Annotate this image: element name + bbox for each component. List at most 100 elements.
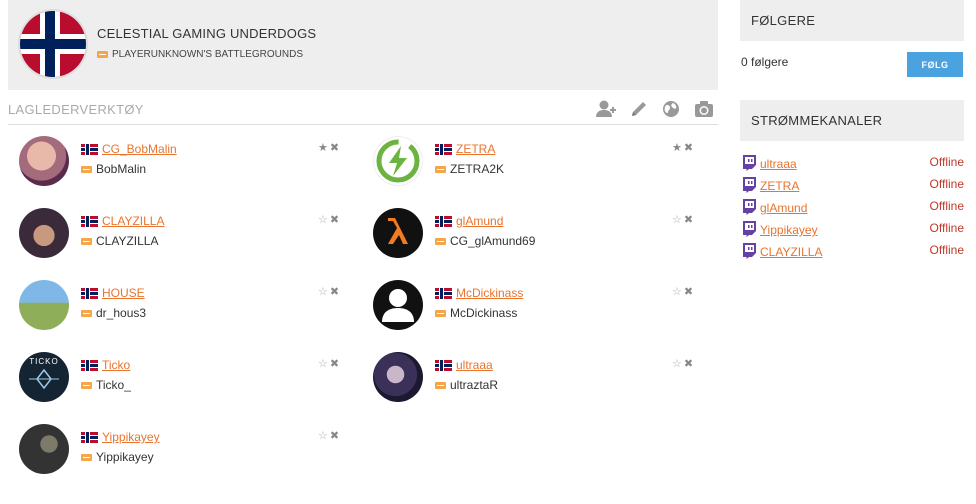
remove-member-icon[interactable]: ✖: [684, 287, 693, 298]
streams-header: STRØMMEKANALER: [740, 100, 964, 141]
stream-item: Yippikayey Offline: [741, 220, 965, 240]
star-outline-icon[interactable]: ☆: [672, 287, 682, 298]
member-game-name: Ticko_: [96, 378, 131, 392]
member-game-name: ZETRA2K: [450, 162, 505, 176]
twitch-icon: [743, 155, 756, 171]
member-avatar[interactable]: [373, 208, 423, 258]
stream-status: Offline: [929, 199, 964, 213]
member-nick-link[interactable]: ZETRA: [456, 142, 495, 156]
twitch-icon: [743, 221, 756, 237]
remove-member-icon[interactable]: ✖: [684, 143, 693, 154]
twitch-icon: [743, 199, 756, 215]
member-card: McDickinass McDickinass ☆ ✖: [373, 280, 703, 340]
team-header: CELESTIAL GAMING UNDERDOGS PLAYERUNKNOWN…: [8, 0, 718, 90]
followers-header: FØLGERE: [740, 0, 964, 41]
member-nick-link[interactable]: Yippikayey: [102, 430, 160, 444]
member-game-name: ultraztaR: [450, 378, 499, 392]
member-game-name: CG_glAmund69: [450, 234, 536, 248]
star-outline-icon[interactable]: ☆: [318, 287, 328, 298]
member-avatar[interactable]: [19, 280, 69, 330]
star-outline-icon[interactable]: ☆: [318, 359, 328, 370]
member-nick-link[interactable]: McDickinass: [456, 286, 523, 300]
stream-channel-link[interactable]: Yippikayey: [760, 223, 818, 237]
member-avatar[interactable]: [19, 208, 69, 258]
remove-member-icon[interactable]: ✖: [330, 143, 339, 154]
norway-flag-icon: [81, 359, 98, 371]
member-card: CLAYZILLA CLAYZILLA ☆ ✖: [19, 208, 349, 268]
member-game-name: CLAYZILLA: [96, 234, 159, 248]
member-avatar[interactable]: [373, 280, 423, 330]
remove-member-icon[interactable]: ✖: [330, 431, 339, 442]
globe-icon[interactable]: [660, 98, 682, 120]
member-nick-link[interactable]: CLAYZILLA: [102, 214, 164, 228]
gamepad-icon: [81, 165, 92, 173]
default-user-icon: [382, 289, 414, 322]
team-name: CELESTIAL GAMING UNDERDOGS: [97, 26, 317, 41]
member-avatar[interactable]: [373, 352, 423, 402]
star-outline-icon[interactable]: ☆: [318, 431, 328, 442]
star-outline-icon[interactable]: ☆: [318, 215, 328, 226]
twitch-icon: [743, 243, 756, 259]
norway-flag-icon: [81, 431, 98, 443]
followers-title: FØLGERE: [751, 13, 816, 28]
norway-flag-icon: [81, 215, 98, 227]
team-leader-tools: LAGLEDERVERKTØY: [8, 94, 718, 125]
norway-flag-icon: [81, 287, 98, 299]
stream-status: Offline: [929, 221, 964, 235]
gamepad-icon: [81, 309, 92, 317]
stream-channel-link[interactable]: glAmund: [760, 201, 807, 215]
norway-flag-icon: [435, 215, 452, 227]
stream-status: Offline: [929, 155, 964, 169]
lightning-logo: [376, 139, 420, 183]
member-nick-link[interactable]: glAmund: [456, 214, 503, 228]
gamepad-icon: [435, 237, 446, 245]
remove-member-icon[interactable]: ✖: [684, 359, 693, 370]
remove-member-icon[interactable]: ✖: [330, 287, 339, 298]
gamepad-icon: [435, 381, 446, 389]
norway-flag-icon: [435, 359, 452, 371]
add-user-icon[interactable]: [595, 98, 617, 120]
team-game-label: PLAYERUNKNOWN'S BATTLEGROUNDS: [112, 49, 304, 60]
star-outline-icon[interactable]: ☆: [672, 215, 682, 226]
gamepad-icon: [97, 51, 108, 58]
norway-flag-icon: [81, 143, 98, 155]
remove-member-icon[interactable]: ✖: [330, 215, 339, 226]
member-nick-link[interactable]: ultraaa: [456, 358, 493, 372]
stream-channel-link[interactable]: CLAYZILLA: [760, 245, 822, 259]
member-card: TICKO Ticko Ticko_ ☆ ✖: [19, 352, 349, 412]
star-filled-icon[interactable]: ★: [318, 143, 328, 154]
remove-member-icon[interactable]: ✖: [684, 215, 693, 226]
member-avatar[interactable]: [373, 136, 423, 186]
stream-status: Offline: [929, 243, 964, 257]
stream-item: ZETRA Offline: [741, 176, 965, 196]
star-filled-icon[interactable]: ★: [672, 143, 682, 154]
member-card: ZETRA ZETRA2K ★ ✖: [373, 136, 703, 196]
stream-item: ultraaa Offline: [741, 154, 965, 174]
lambda-logo: [388, 218, 408, 244]
remove-member-icon[interactable]: ✖: [330, 359, 339, 370]
stream-channel-link[interactable]: ultraaa: [760, 157, 797, 171]
member-game-name: BobMalin: [96, 162, 147, 176]
member-avatar[interactable]: [19, 424, 69, 474]
camera-icon[interactable]: [693, 98, 715, 120]
member-avatar[interactable]: TICKO: [19, 352, 69, 402]
member-game-name: McDickinass: [450, 306, 518, 320]
stream-item: glAmund Offline: [741, 198, 965, 218]
pencil-icon[interactable]: [628, 98, 650, 120]
member-card: Yippikayey Yippikayey ☆ ✖: [19, 424, 349, 484]
member-game-name: dr_hous3: [96, 306, 147, 320]
stream-channel-link[interactable]: ZETRA: [760, 179, 799, 193]
member-game-name: Yippikayey: [96, 450, 154, 464]
streams-title: STRØMMEKANALER: [751, 113, 883, 128]
follower-count: 0 følgere: [741, 55, 789, 69]
member-avatar[interactable]: [19, 136, 69, 186]
member-card: HOUSE dr_hous3 ☆ ✖: [19, 280, 349, 340]
member-nick-link[interactable]: HOUSE: [102, 286, 145, 300]
gamepad-icon: [435, 309, 446, 317]
star-outline-icon[interactable]: ☆: [672, 359, 682, 370]
member-nick-link[interactable]: CG_BobMalin: [102, 142, 177, 156]
follow-button[interactable]: FØLG: [907, 52, 963, 77]
gamepad-icon: [435, 165, 446, 173]
twitch-icon: [743, 177, 756, 193]
member-nick-link[interactable]: Ticko: [102, 358, 130, 372]
